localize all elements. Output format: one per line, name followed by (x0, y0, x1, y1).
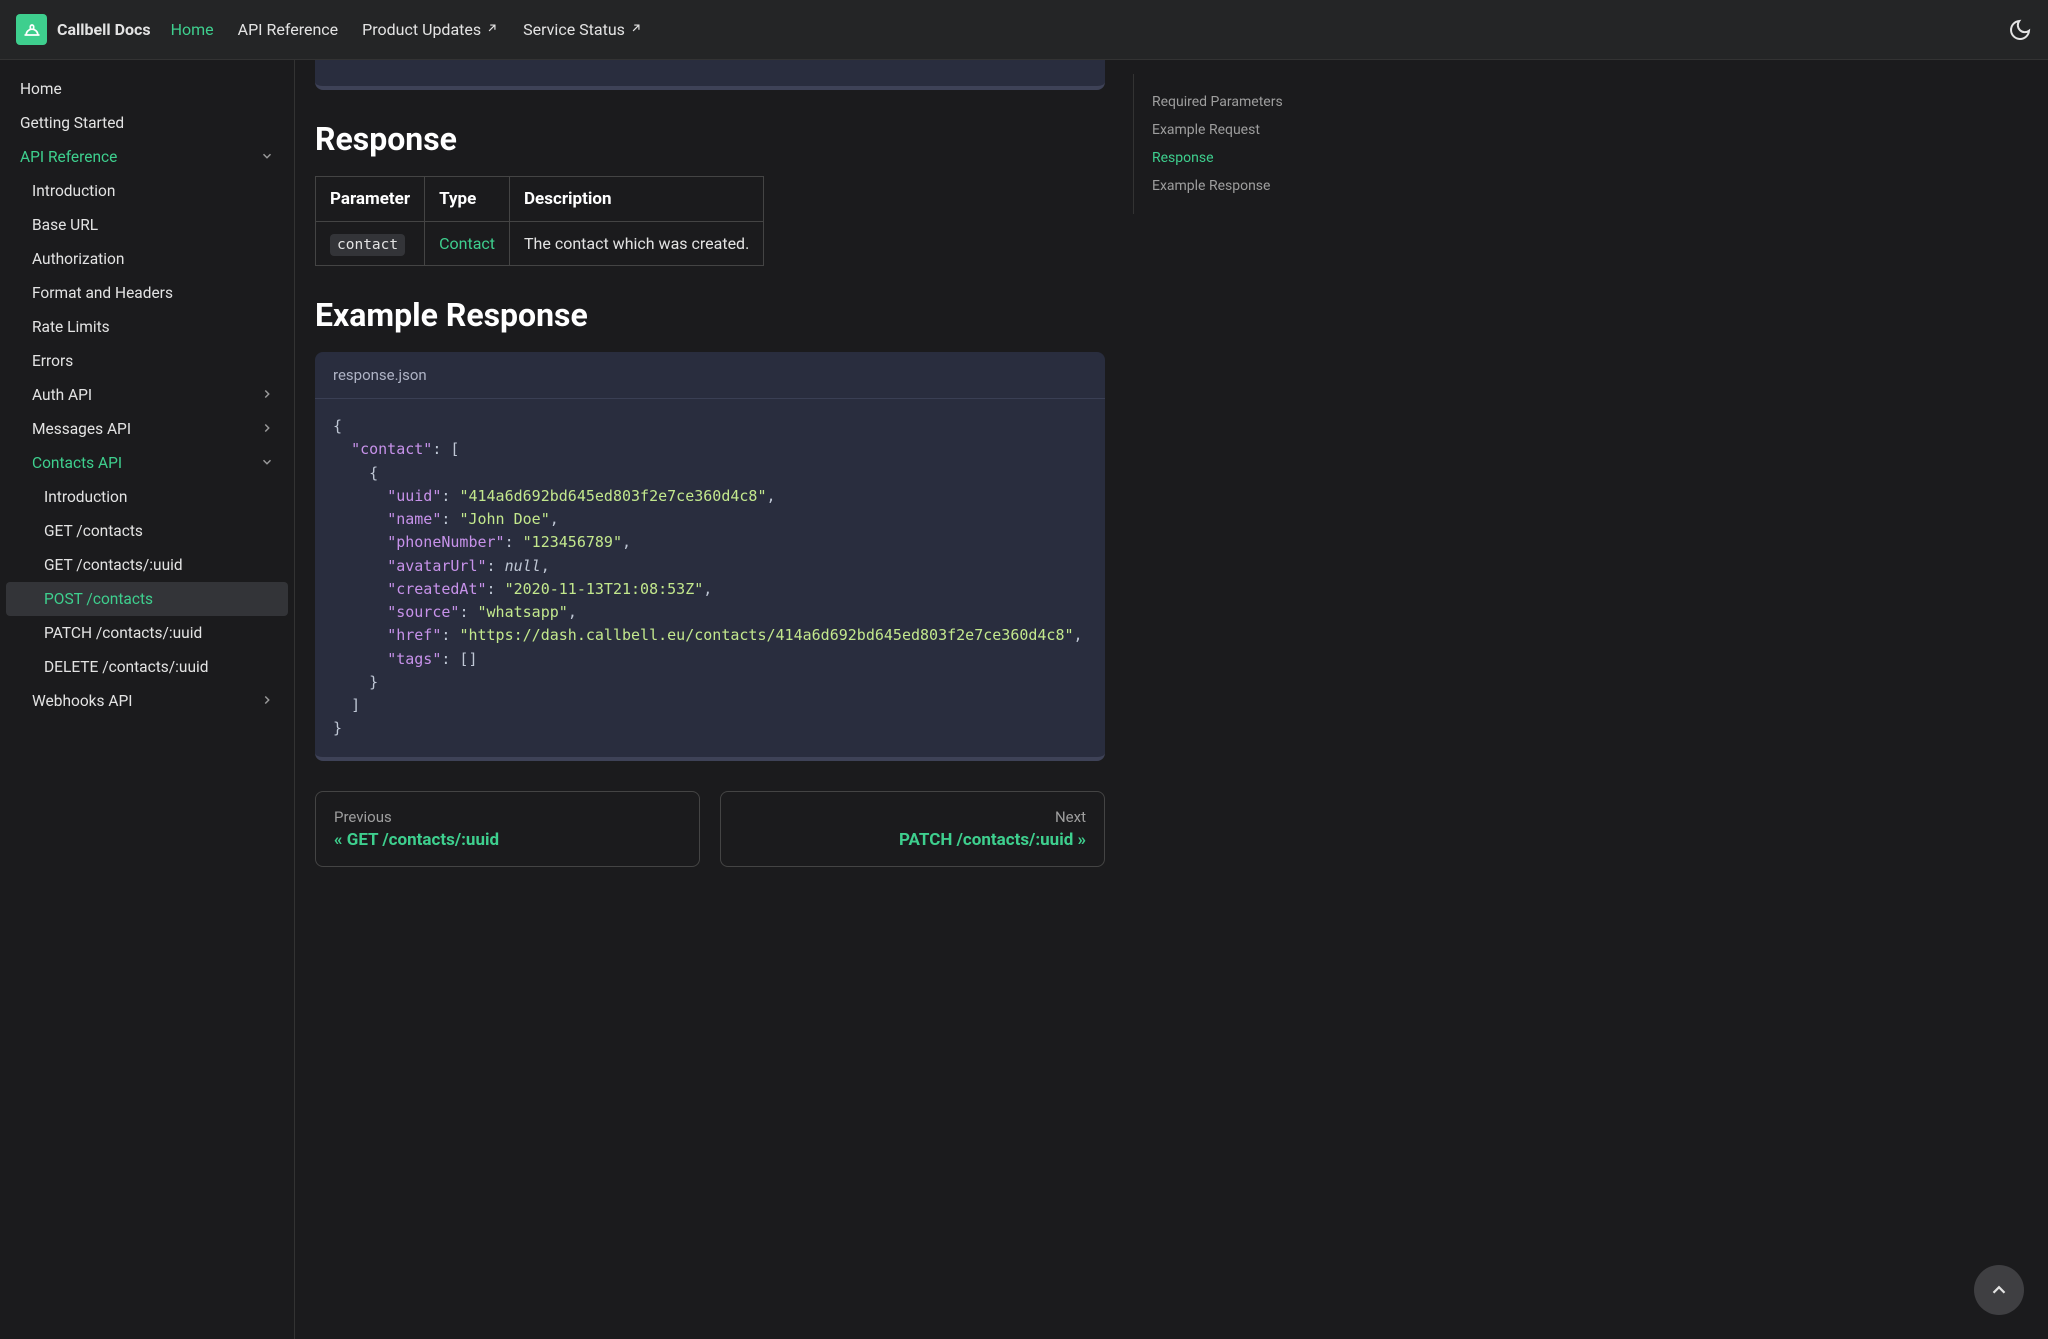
sidebar-item-contacts-intro[interactable]: Introduction (6, 480, 288, 514)
nav-service-status[interactable]: Service Status (523, 20, 643, 39)
heading-response: Response (315, 120, 1105, 158)
sidebar-item-label: Webhooks API (32, 692, 132, 710)
sidebar-item-label: Messages API (32, 420, 131, 438)
sidebar-item-auth-api[interactable]: Auth API (6, 378, 288, 412)
sidebar-item-label: Contacts API (32, 454, 122, 472)
sidebar-item-authorization[interactable]: Authorization (6, 242, 288, 276)
nav-links: Home API Reference Product Updates Servi… (171, 20, 643, 39)
sidebar-item-patch-contact[interactable]: PATCH /contacts/:uuid (6, 616, 288, 650)
chevron-down-icon (260, 149, 274, 166)
code-filename: response.json (315, 352, 1105, 399)
top-navbar: Callbell Docs Home API Reference Product… (0, 0, 2048, 60)
response-table: Parameter Type Description contact Conta… (315, 176, 764, 266)
sidebar-item-introduction[interactable]: Introduction (6, 174, 288, 208)
param-name: contact (330, 234, 405, 256)
table-row: contact Contact The contact which was cr… (316, 222, 764, 266)
sidebar-item-home[interactable]: Home (6, 72, 288, 106)
sidebar-item-label: API Reference (20, 148, 117, 166)
scroll-to-top-button[interactable] (1974, 1265, 2024, 1315)
chevron-down-icon (260, 455, 274, 472)
sidebar-item-webhooks-api[interactable]: Webhooks API (6, 684, 288, 718)
sidebar-item-get-contacts[interactable]: GET /contacts (6, 514, 288, 548)
pagination-next-label: Next (739, 808, 1086, 826)
sidebar-item-contacts-api[interactable]: Contacts API (6, 446, 288, 480)
pagination: Previous « GET /contacts/:uuid Next PATC… (315, 791, 1105, 867)
code-content: { "contact": [ { "uuid": "414a6d692bd645… (315, 399, 1105, 757)
th-parameter: Parameter (316, 177, 425, 222)
nav-home[interactable]: Home (171, 20, 214, 39)
sidebar-item-base-url[interactable]: Base URL (6, 208, 288, 242)
heading-example-response: Example Response (315, 296, 1105, 334)
toc-example-response[interactable]: Example Response (1152, 172, 1378, 200)
nav-product-updates-label: Product Updates (362, 20, 481, 39)
pagination-prev-label: Previous (334, 808, 681, 826)
toc-example-request[interactable]: Example Request (1152, 116, 1378, 144)
chevron-right-icon (260, 387, 274, 404)
sidebar-item-format-headers[interactable]: Format and Headers (6, 276, 288, 310)
sidebar-item-get-contact-uuid[interactable]: GET /contacts/:uuid (6, 548, 288, 582)
pagination-next-title: PATCH /contacts/:uuid » (739, 830, 1086, 850)
brand-logo[interactable] (16, 14, 47, 45)
sidebar-item-post-contacts[interactable]: POST /contacts (6, 582, 288, 616)
prior-code-block-tail (315, 60, 1105, 90)
toc-required-params[interactable]: Required Parameters (1152, 88, 1378, 116)
chevron-right-icon (260, 421, 274, 438)
code-block: response.json { "contact": [ { "uuid": "… (315, 352, 1105, 761)
sidebar-item-api-reference[interactable]: API Reference (6, 140, 288, 174)
external-link-icon (629, 20, 643, 39)
sidebar: Home Getting Started API Reference Intro… (0, 60, 295, 1339)
pagination-prev-title: « GET /contacts/:uuid (334, 830, 681, 850)
toc-response[interactable]: Response (1152, 144, 1378, 172)
theme-toggle-button[interactable] (2008, 18, 2032, 42)
th-type: Type (425, 177, 510, 222)
chevron-right-icon (260, 693, 274, 710)
pagination-previous[interactable]: Previous « GET /contacts/:uuid (315, 791, 700, 867)
sidebar-item-delete-contact[interactable]: DELETE /contacts/:uuid (6, 650, 288, 684)
sidebar-item-rate-limits[interactable]: Rate Limits (6, 310, 288, 344)
sidebar-item-messages-api[interactable]: Messages API (6, 412, 288, 446)
type-link[interactable]: Contact (439, 234, 495, 253)
nav-product-updates[interactable]: Product Updates (362, 20, 499, 39)
table-of-contents: Required Parameters Example Request Resp… (1133, 74, 1378, 214)
brand-name[interactable]: Callbell Docs (57, 20, 151, 39)
nav-service-status-label: Service Status (523, 20, 625, 39)
pagination-next[interactable]: Next PATCH /contacts/:uuid » (720, 791, 1105, 867)
th-description: Description (510, 177, 764, 222)
sidebar-item-errors[interactable]: Errors (6, 344, 288, 378)
main-content: Response Parameter Type Description cont… (295, 60, 1125, 1339)
nav-api-reference[interactable]: API Reference (238, 20, 339, 39)
param-desc: The contact which was created. (510, 222, 764, 266)
external-link-icon (485, 20, 499, 39)
sidebar-item-getting-started[interactable]: Getting Started (6, 106, 288, 140)
sidebar-item-label: Auth API (32, 386, 92, 404)
